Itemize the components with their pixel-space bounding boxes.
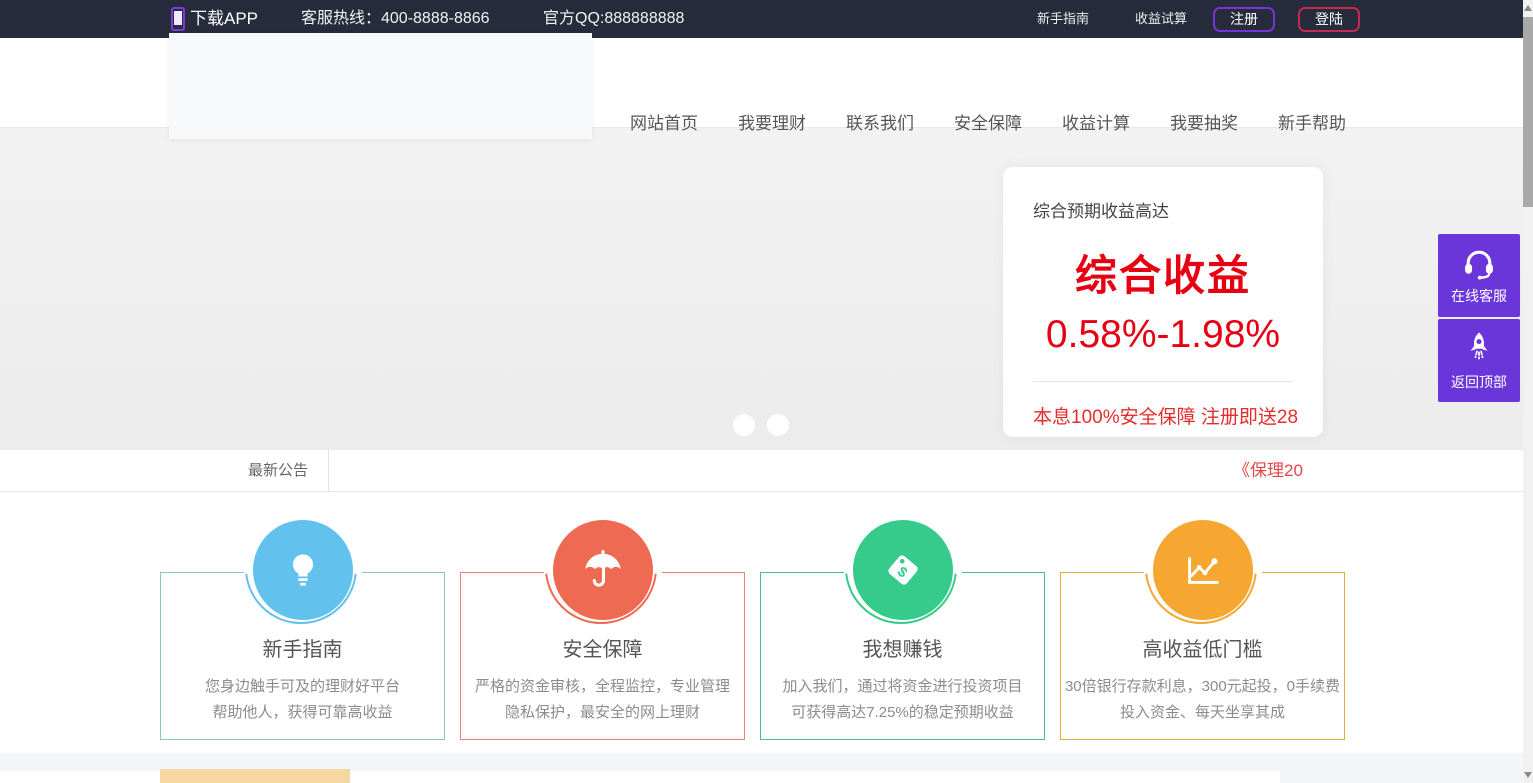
- yield-card-title: 综合收益: [1033, 242, 1293, 303]
- scrollbar-up-button[interactable]: [1523, 0, 1533, 16]
- feature-desc-line2: 可获得高达7.25%的稳定预期收益: [761, 700, 1044, 726]
- feature-desc-line1: 严格的资金审核，全程监控，专业管理: [461, 674, 744, 700]
- nav-item-calc[interactable]: 收益计算: [1062, 109, 1130, 134]
- nav-item-security[interactable]: 安全保障: [954, 109, 1022, 134]
- announcement-marquee: 《保理20: [329, 450, 1307, 492]
- feature-card-earn-money[interactable]: $ 我想赚钱 加入我们，通过将资金进行投资项目 可获得高达7.25%的稳定预期收…: [760, 572, 1045, 740]
- feature-card-high-yield[interactable]: 高收益低门槛 30倍银行存款利息，300元起投，0手续费 投入资金、每天坐享其成: [1060, 572, 1345, 740]
- features-section: 新手指南 您身边触手可及的理财好平台 帮助他人，获得可靠高收益 安全保障: [0, 492, 1533, 753]
- feature-card-newbie-guide[interactable]: 新手指南 您身边触手可及的理财好平台 帮助他人，获得可靠高收益: [160, 572, 445, 740]
- feature-desc-line1: 您身边触手可及的理财好平台: [161, 674, 444, 700]
- carousel-dot-2[interactable]: [767, 414, 789, 436]
- arrow-up-icon: [1524, 5, 1532, 11]
- feature-desc-line2: 投入资金、每天坐享其成: [1061, 700, 1344, 726]
- page: 下载APP 客服热线：400-8888-8866 官方QQ:888888888 …: [0, 0, 1533, 783]
- feature-card-security[interactable]: 安全保障 严格的资金审核，全程监控，专业管理 隐私保护，最安全的网上理财: [460, 572, 745, 740]
- announcement-text[interactable]: 《保理20: [1233, 450, 1303, 492]
- yield-card-promo: 本息100%安全保障 注册即送28: [1033, 402, 1293, 429]
- carousel-dots: [733, 414, 789, 436]
- feature-icon-wrap: [1144, 520, 1262, 626]
- umbrella-icon: [553, 520, 653, 620]
- feature-title: 我想赚钱: [761, 633, 1044, 662]
- nav-item-home[interactable]: 网站首页: [630, 109, 698, 134]
- scrollbar-down-button[interactable]: [1523, 767, 1533, 783]
- feature-title: 新手指南: [161, 633, 444, 662]
- chart-icon: [1153, 520, 1253, 620]
- register-button[interactable]: 注册: [1213, 7, 1275, 32]
- yield-card-divider: [1033, 381, 1293, 382]
- feature-desc: 严格的资金审核，全程监控，专业管理 隐私保护，最安全的网上理财: [461, 674, 744, 726]
- announcement-bar: 最新公告 《保理20: [0, 450, 1533, 492]
- scrollbar-thumb[interactable]: [1523, 17, 1533, 207]
- carousel-dot-1[interactable]: [733, 414, 755, 436]
- main-nav: 网站首页 我要理财 联系我们 安全保障 收益计算 我要抽奖 新手帮助: [630, 76, 1346, 166]
- yield-card-rate: 0.58%-1.98%: [1033, 313, 1293, 357]
- feature-desc-line2: 隐私保护，最安全的网上理财: [461, 700, 744, 726]
- online-service-label: 在线客服: [1451, 286, 1507, 306]
- hero-banner: 综合预期收益高达 综合收益 0.58%-1.98% 本息100%安全保障 注册即…: [0, 128, 1533, 450]
- lightbulb-icon: [253, 520, 353, 620]
- phone-icon: [171, 7, 185, 31]
- logo-placeholder[interactable]: [169, 33, 592, 139]
- feature-desc-line1: 加入我们，通过将资金进行投资项目: [761, 674, 1044, 700]
- online-service-button[interactable]: 在线客服: [1438, 234, 1520, 317]
- yield-card: 综合预期收益高达 综合收益 0.58%-1.98% 本息100%安全保障 注册即…: [1003, 167, 1323, 437]
- announcement-label: 最新公告: [248, 450, 308, 492]
- feature-icon-wrap: [244, 520, 362, 626]
- back-to-top-label: 返回顶部: [1451, 372, 1507, 392]
- feature-desc: 您身边触手可及的理财好平台 帮助他人，获得可靠高收益: [161, 674, 444, 726]
- bottom-tab-highlight[interactable]: [160, 769, 350, 783]
- nav-item-lottery[interactable]: 我要抽奖: [1170, 109, 1238, 134]
- feature-icon-wrap: $: [844, 520, 962, 626]
- vertical-scrollbar[interactable]: [1523, 0, 1533, 783]
- nav-item-contact[interactable]: 联系我们: [846, 109, 914, 134]
- topbar-link-calc[interactable]: 收益试算: [1135, 0, 1187, 38]
- feature-desc: 30倍银行存款利息，300元起投，0手续费 投入资金、每天坐享其成: [1061, 674, 1344, 726]
- nav-item-invest[interactable]: 我要理财: [738, 109, 806, 134]
- arrow-down-icon: [1524, 772, 1532, 778]
- floating-toolbar: 在线客服 返回顶部: [1438, 234, 1520, 404]
- feature-desc-line1: 30倍银行存款利息，300元起投，0手续费: [1061, 674, 1344, 700]
- feature-desc: 加入我们，通过将资金进行投资项目 可获得高达7.25%的稳定预期收益: [761, 674, 1044, 726]
- feature-desc-line2: 帮助他人，获得可靠高收益: [161, 700, 444, 726]
- headset-icon: [1460, 246, 1498, 280]
- yield-card-subtitle: 综合预期收益高达: [1033, 197, 1293, 222]
- back-to-top-button[interactable]: 返回顶部: [1438, 319, 1520, 402]
- nav-item-help[interactable]: 新手帮助: [1278, 109, 1346, 134]
- login-button[interactable]: 登陆: [1298, 7, 1360, 32]
- feature-icon-wrap: [544, 520, 662, 626]
- feature-title: 安全保障: [461, 633, 744, 662]
- feature-title: 高收益低门槛: [1061, 633, 1344, 662]
- topbar-link-guide[interactable]: 新手指南: [1037, 0, 1089, 38]
- rocket-icon: [1462, 330, 1496, 366]
- money-tag-icon: $: [853, 520, 953, 620]
